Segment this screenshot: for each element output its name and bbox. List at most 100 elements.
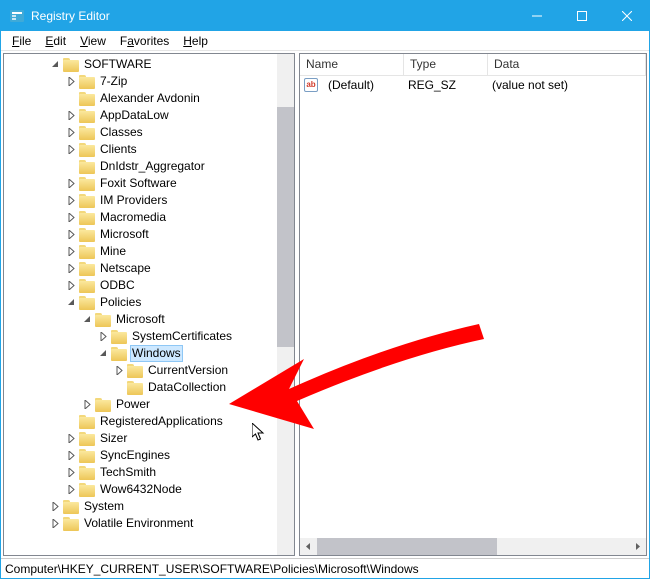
values-pane[interactable]: Name Type Data ab (Default) REG_SZ (valu…	[299, 53, 647, 556]
expander-closed-icon[interactable]	[64, 432, 78, 446]
tree-label[interactable]: Foxit Software	[98, 175, 179, 192]
tree-node-windows[interactable]: Windows	[8, 345, 294, 362]
scroll-left-icon[interactable]	[300, 538, 317, 555]
tree-node[interactable]: AppDataLow	[8, 107, 294, 124]
expander-closed-icon[interactable]	[64, 262, 78, 276]
tree-label[interactable]: Microsoft	[98, 226, 151, 243]
tree-node[interactable]: Foxit Software	[8, 175, 294, 192]
tree-label[interactable]: Classes	[98, 124, 145, 141]
tree-node-microsoft[interactable]: Microsoft	[8, 311, 294, 328]
expander-closed-icon[interactable]	[64, 279, 78, 293]
tree-label[interactable]: TechSmith	[98, 464, 158, 481]
expander-closed-icon[interactable]	[112, 364, 126, 378]
tree-node[interactable]: ODBC	[8, 277, 294, 294]
tree-label[interactable]: ODBC	[98, 277, 137, 294]
expander-closed-icon[interactable]	[48, 517, 62, 531]
column-name[interactable]: Name	[300, 54, 404, 75]
tree-label[interactable]: AppDataLow	[98, 107, 171, 124]
tree-label[interactable]: IM Providers	[98, 192, 169, 209]
tree-label[interactable]: DnIdstr_Aggregator	[98, 158, 207, 175]
tree-node-datacollection[interactable]: DataCollection	[8, 379, 294, 396]
value-row[interactable]: ab (Default) REG_SZ (value not set)	[300, 76, 646, 93]
tree-label[interactable]: CurrentVersion	[146, 362, 230, 379]
scrollbar-thumb[interactable]	[317, 538, 497, 555]
tree-node-systemcertificates[interactable]: SystemCertificates	[8, 328, 294, 345]
expander-closed-icon[interactable]	[96, 330, 110, 344]
tree-label-selected[interactable]: Windows	[130, 345, 183, 362]
tree-label[interactable]: DataCollection	[146, 379, 228, 396]
tree-node[interactable]: Microsoft	[8, 226, 294, 243]
tree-node[interactable]: Macromedia	[8, 209, 294, 226]
expander-open-icon[interactable]	[64, 296, 78, 310]
tree-node-volatile-environment[interactable]: Volatile Environment	[8, 515, 294, 532]
tree-node[interactable]: Clients	[8, 141, 294, 158]
list-hscrollbar[interactable]	[300, 538, 646, 555]
tree-node[interactable]: Sizer	[8, 430, 294, 447]
tree-label[interactable]: RegisteredApplications	[98, 413, 225, 430]
menu-edit[interactable]: Edit	[38, 33, 73, 49]
tree-node[interactable]: Netscape	[8, 260, 294, 277]
expander-closed-icon[interactable]	[64, 449, 78, 463]
tree-node[interactable]: Classes	[8, 124, 294, 141]
tree-node[interactable]: DnIdstr_Aggregator	[8, 158, 294, 175]
tree-label[interactable]: Microsoft	[114, 311, 167, 328]
menu-favorites[interactable]: Favorites	[113, 33, 176, 49]
expander-open-icon[interactable]	[96, 347, 110, 361]
expander-closed-icon[interactable]	[64, 245, 78, 259]
tree-node[interactable]: RegisteredApplications	[8, 413, 294, 430]
registry-tree[interactable]: SOFTWARE 7-ZipAlexander AvdoninAppDataLo…	[4, 54, 294, 534]
tree-label[interactable]: Macromedia	[98, 209, 168, 226]
menu-file[interactable]: File	[5, 33, 38, 49]
tree-node[interactable]: Wow6432Node	[8, 481, 294, 498]
tree-node[interactable]: Mine	[8, 243, 294, 260]
tree-label[interactable]: Sizer	[98, 430, 129, 447]
tree-label[interactable]: Mine	[98, 243, 128, 260]
tree-label[interactable]: SOFTWARE	[82, 56, 154, 73]
expander-closed-icon[interactable]	[64, 143, 78, 157]
expander-closed-icon[interactable]	[64, 194, 78, 208]
tree-label[interactable]: Alexander Avdonin	[98, 90, 202, 107]
expander-closed-icon[interactable]	[64, 211, 78, 225]
scroll-track[interactable]	[317, 538, 629, 555]
tree-label[interactable]: Wow6432Node	[98, 481, 184, 498]
expander-closed-icon[interactable]	[64, 126, 78, 140]
tree-node[interactable]: SyncEngines	[8, 447, 294, 464]
tree-node[interactable]: TechSmith	[8, 464, 294, 481]
expander-closed-icon[interactable]	[64, 483, 78, 497]
tree-node[interactable]: IM Providers	[8, 192, 294, 209]
tree-node-power[interactable]: Power	[8, 396, 294, 413]
tree-label[interactable]: Policies	[98, 294, 143, 311]
expander-closed-icon[interactable]	[48, 500, 62, 514]
expander-closed-icon[interactable]	[64, 228, 78, 242]
expander-closed-icon[interactable]	[64, 109, 78, 123]
list-body[interactable]: ab (Default) REG_SZ (value not set)	[300, 76, 646, 538]
tree-node[interactable]: Alexander Avdonin	[8, 90, 294, 107]
close-button[interactable]	[604, 1, 649, 31]
tree-label[interactable]: Power	[114, 396, 152, 413]
tree-label[interactable]: Clients	[98, 141, 139, 158]
column-type[interactable]: Type	[404, 54, 488, 75]
tree-label[interactable]: SyncEngines	[98, 447, 172, 464]
tree-label[interactable]: System	[82, 498, 126, 515]
minimize-button[interactable]	[514, 1, 559, 31]
maximize-button[interactable]	[559, 1, 604, 31]
scrollbar-thumb[interactable]	[277, 107, 294, 347]
tree-node[interactable]: 7-Zip	[8, 73, 294, 90]
tree-label[interactable]: Volatile Environment	[82, 515, 195, 532]
expander-open-icon[interactable]	[48, 58, 62, 72]
menu-view[interactable]: View	[73, 33, 113, 49]
expander-open-icon[interactable]	[80, 313, 94, 327]
tree-node-currentversion[interactable]: CurrentVersion	[8, 362, 294, 379]
titlebar[interactable]: Registry Editor	[1, 1, 649, 31]
menu-help[interactable]: Help	[176, 33, 215, 49]
tree-label[interactable]: 7-Zip	[98, 73, 129, 90]
tree-label[interactable]: SystemCertificates	[130, 328, 234, 345]
tree-pane[interactable]: SOFTWARE 7-ZipAlexander AvdoninAppDataLo…	[3, 53, 295, 556]
expander-closed-icon[interactable]	[64, 177, 78, 191]
column-data[interactable]: Data	[488, 54, 646, 75]
expander-closed-icon[interactable]	[80, 398, 94, 412]
scroll-right-icon[interactable]	[629, 538, 646, 555]
tree-label[interactable]: Netscape	[98, 260, 153, 277]
tree-scrollbar[interactable]	[277, 54, 294, 555]
tree-node-software[interactable]: SOFTWARE	[8, 56, 294, 73]
